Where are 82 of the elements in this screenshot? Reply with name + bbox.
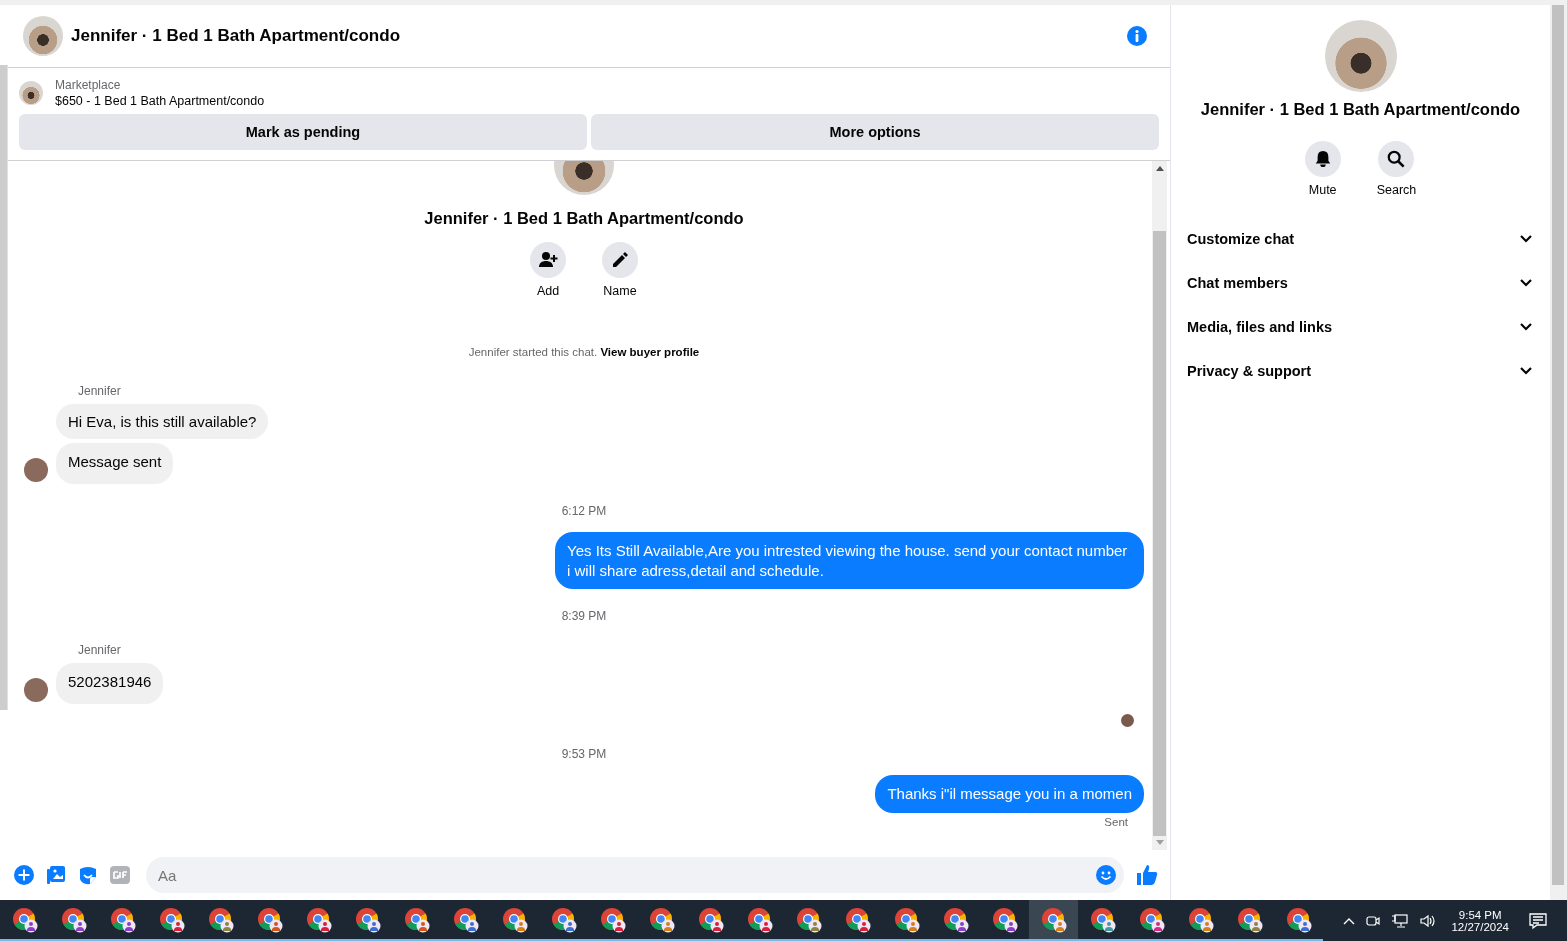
conversation-title: Jennifer · 1 Bed 1 Bath Apartment/condo bbox=[424, 209, 744, 228]
avatar bbox=[24, 458, 48, 482]
browser-profile-icon bbox=[354, 906, 381, 933]
speaker-icon[interactable] bbox=[1419, 912, 1438, 929]
image-icon[interactable] bbox=[46, 865, 66, 885]
browser-profile-icon bbox=[795, 906, 822, 933]
chevron-icon bbox=[1520, 323, 1532, 331]
incoming-message: Message sent bbox=[56, 443, 174, 484]
browser-profile-icon bbox=[452, 906, 479, 933]
browser-profile-icon bbox=[403, 906, 430, 933]
browser-profile-icon bbox=[207, 906, 234, 933]
seen-avatar bbox=[1121, 714, 1134, 727]
chevron-up-icon[interactable] bbox=[1343, 916, 1356, 925]
browser-profile-icon bbox=[256, 906, 283, 933]
browser-profile-icon bbox=[109, 906, 136, 933]
chat-title: Jennifer · 1 Bed 1 Bath Apartment/condo bbox=[71, 26, 402, 46]
browser-profile-icon bbox=[1236, 906, 1263, 933]
sender-name: Jennifer bbox=[78, 384, 122, 398]
browser-profile-icon bbox=[11, 906, 38, 933]
browser-profile-icon bbox=[60, 906, 87, 933]
emoji-icon[interactable] bbox=[1096, 865, 1116, 885]
browser-profile-icon bbox=[1187, 906, 1214, 933]
notification-icon[interactable] bbox=[1529, 911, 1547, 930]
section-toggle[interactable]: Media, files and links bbox=[1187, 305, 1538, 349]
chat-started-note: Jennifer started this chat. View buyer profile bbox=[467, 346, 701, 358]
chevron-icon bbox=[1520, 235, 1532, 243]
outgoing-message: Thanks i"il message you in a momen bbox=[875, 775, 1144, 813]
browser-profile-icon bbox=[893, 906, 920, 933]
section-toggle[interactable]: Privacy & support bbox=[1187, 349, 1538, 393]
browser-profile-icon bbox=[158, 906, 185, 933]
browser-profile-icon bbox=[648, 906, 675, 933]
listing-action-button[interactable]: More options bbox=[591, 114, 1159, 150]
info-icon[interactable] bbox=[1126, 25, 1148, 47]
browser-profile-icon bbox=[1089, 906, 1116, 933]
incoming-message: Hi Eva, is this still available? bbox=[56, 404, 269, 439]
browser-profile-icon bbox=[1138, 906, 1165, 933]
sender-name: Jennifer bbox=[78, 643, 122, 657]
listing-title: $650 - 1 Bed 1 Bath Apartment/condo bbox=[55, 94, 265, 108]
message-input-field[interactable]: Aa bbox=[146, 857, 1124, 893]
view-buyer-profile-link[interactable]: View buyer profile bbox=[600, 346, 700, 358]
listing-action-button[interactable]: Mark as pending bbox=[19, 114, 587, 150]
bell-icon bbox=[1313, 150, 1332, 168]
browser-profile-icon bbox=[550, 906, 577, 933]
message-status: Sent bbox=[1104, 815, 1128, 828]
avatar bbox=[24, 678, 48, 702]
section-toggle[interactable]: Chat members bbox=[1187, 261, 1538, 305]
browser-profile-icon bbox=[1040, 906, 1067, 933]
browser-profile-icon bbox=[942, 906, 969, 933]
browser-profile-icon bbox=[844, 906, 871, 933]
taskbar-app-button[interactable] bbox=[1029, 900, 1078, 941]
thumbs-up-icon[interactable] bbox=[1136, 864, 1158, 886]
browser-profile-icon bbox=[746, 906, 773, 933]
browser-profile-icon bbox=[501, 906, 528, 933]
add-person-icon bbox=[538, 250, 558, 270]
outgoing-message: Yes Its Still Available,Are you intrested viewing the house. send your contact number i will share adress,detail and schedule. bbox=[555, 532, 1144, 589]
section-toggle[interactable]: Customize chat bbox=[1187, 217, 1538, 261]
scroll-up-icon[interactable] bbox=[1155, 166, 1164, 171]
scrollbar[interactable] bbox=[1152, 161, 1167, 850]
plus-icon[interactable] bbox=[14, 865, 34, 885]
browser-profile-icon bbox=[599, 906, 626, 933]
timestamp: 9:53 PM bbox=[561, 747, 607, 761]
scrollbar[interactable] bbox=[1550, 5, 1567, 900]
photo-placeholder bbox=[23, 16, 63, 56]
pencil-icon bbox=[610, 250, 630, 270]
timestamp: 6:12 PM bbox=[561, 504, 607, 518]
browser-profile-icon bbox=[1285, 906, 1312, 933]
sticker-icon[interactable] bbox=[78, 865, 98, 885]
listing-source: Marketplace bbox=[55, 78, 122, 92]
photo-placeholder bbox=[19, 81, 43, 105]
browser-profile-icon bbox=[991, 906, 1018, 933]
chat-title: Jennifer · 1 Bed 1 Bath Apartment/condo bbox=[1200, 100, 1521, 119]
scrollbar[interactable] bbox=[0, 65, 8, 710]
chevron-icon bbox=[1520, 279, 1532, 287]
clock-date[interactable]: 12/27/2024 bbox=[1451, 920, 1509, 933]
incoming-message: 5202381946 bbox=[56, 663, 164, 704]
timestamp: 8:39 PM bbox=[561, 609, 607, 623]
chevron-icon bbox=[1520, 367, 1532, 375]
search-icon bbox=[1387, 150, 1406, 168]
browser-profile-icon bbox=[305, 906, 332, 933]
network-icon[interactable] bbox=[1391, 912, 1410, 929]
clock-time[interactable]: 9:54 PM bbox=[1458, 908, 1502, 921]
browser-profile-icon bbox=[697, 906, 724, 933]
